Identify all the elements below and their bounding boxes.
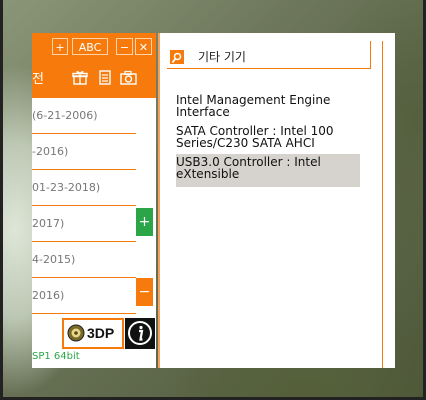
screen-frame-left [0,0,3,400]
driver-list-item[interactable]: 2016) [32,278,136,314]
panel-divider [158,33,160,368]
info-icon [127,320,153,350]
panel-right-border [382,41,383,368]
driver-list-item[interactable]: 2017) [32,206,136,242]
3dp-button-label: 3DP [87,325,115,341]
search-icon [170,50,184,64]
driver-list-item[interactable]: (6-21-2006) [32,98,136,134]
3dp-button[interactable]: 3DP [62,318,124,349]
device-item[interactable]: SATA Controller : Intel 100 Series/C230 … [176,125,360,149]
driver-list-item[interactable]: 4-2015) [32,242,136,278]
panel-header: 기타 기기 [167,41,371,69]
device-item[interactable]: Intel Management Engine Interface [176,94,360,118]
panel-title: 기타 기기 [198,50,246,64]
info-button[interactable] [125,318,155,349]
collapse-button[interactable]: − [136,278,153,306]
close-button[interactable]: ✕ [135,38,152,55]
gift-icon[interactable] [72,70,88,85]
abc-button[interactable]: ABC [72,38,108,55]
device-item-selected[interactable]: USB3.0 Controller : Intel eXtensible [176,154,360,187]
header-title: 전 [32,72,44,87]
expand-button[interactable]: + [136,208,153,236]
plus-button[interactable]: + [52,38,68,55]
driver-list-item[interactable]: -2016) [32,134,136,170]
os-version-text: SP1 64bit [32,351,80,362]
driver-list-item[interactable]: 01-23-2018) [32,170,136,206]
bottom-toolbar: 3DP [32,316,156,352]
main-app-window: + ABC − ✕ 전 (6-21-2006) -2016) 01-23-201… [32,33,156,368]
document-icon[interactable] [97,70,113,85]
device-panel: 기타 기기 Intel Management Engine Interface … [158,33,395,368]
minimize-button[interactable]: − [116,38,133,55]
camera-icon[interactable] [120,70,137,85]
3dp-logo-icon [67,324,85,342]
app-header: + ABC − ✕ 전 [32,33,156,98]
